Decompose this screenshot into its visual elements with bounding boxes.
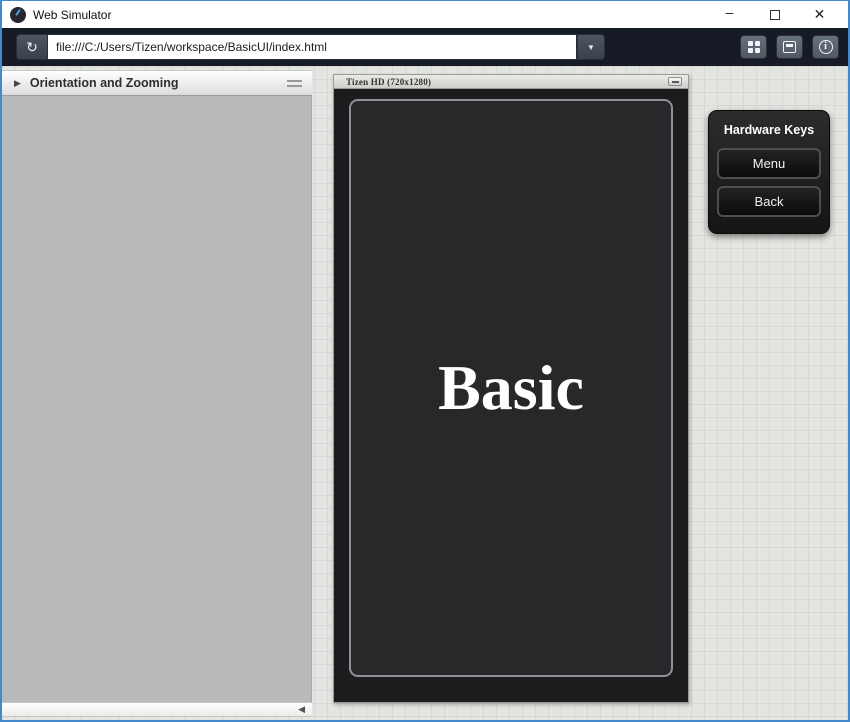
expand-arrow-icon: ▶	[14, 78, 21, 89]
panels-grid-icon	[748, 41, 760, 53]
layout-icon	[783, 41, 796, 53]
toolbar: ↻ ▼ i	[2, 28, 848, 66]
hardware-keys-title: Hardware Keys	[724, 123, 814, 137]
hardware-keys-panel: Hardware Keys Menu Back	[708, 110, 830, 234]
titlebar: Web Simulator – ✕	[2, 1, 848, 28]
close-button[interactable]: ✕	[797, 1, 842, 28]
device-title: Tizen HD (720x1280)	[346, 77, 668, 87]
panel-title: Orientation and Zooming	[30, 76, 287, 90]
menu-key-button[interactable]: Menu	[717, 148, 821, 179]
dash-icon	[672, 81, 679, 83]
refresh-button[interactable]: ↻	[16, 34, 47, 60]
collapse-left-icon: ◀	[298, 705, 305, 714]
panel-body	[2, 96, 312, 702]
app-icon	[10, 7, 26, 23]
device-titlebar[interactable]: Tizen HD (720x1280)	[334, 75, 688, 89]
web-simulator-window: Web Simulator – ✕ ↻ ▼ i	[0, 0, 850, 722]
minimize-button[interactable]: –	[707, 1, 752, 28]
maximize-button[interactable]	[752, 1, 797, 28]
layout-button[interactable]	[776, 35, 803, 59]
panel-header-orientation-and-zooming[interactable]: ▶ Orientation and Zooming	[2, 70, 312, 96]
window-controls: – ✕	[707, 1, 842, 28]
app-content-text: Basic	[438, 356, 584, 420]
url-bar: ↻ ▼	[16, 34, 605, 60]
back-key-button[interactable]: Back	[717, 186, 821, 217]
drag-handle-icon[interactable]	[287, 80, 302, 87]
left-panel: ▶ Orientation and Zooming ◀	[2, 70, 312, 717]
window-title: Web Simulator	[33, 8, 707, 22]
chevron-down-icon: ▼	[587, 43, 595, 52]
device-collapse-button[interactable]	[668, 77, 682, 86]
url-history-dropdown[interactable]: ▼	[577, 34, 605, 60]
device-window: Tizen HD (720x1280) Basic	[333, 74, 689, 703]
panel-collapse-strip[interactable]: ◀	[2, 702, 312, 717]
simulator-canvas: ▶ Orientation and Zooming ◀ Tizen HD (72…	[2, 66, 848, 720]
panels-button[interactable]	[740, 35, 767, 59]
device-bezel: Basic	[334, 89, 688, 702]
info-button[interactable]: i	[812, 35, 839, 59]
url-input[interactable]	[47, 34, 577, 60]
refresh-icon: ↻	[26, 40, 38, 54]
device-screen[interactable]: Basic	[349, 99, 673, 677]
info-icon: i	[819, 40, 833, 54]
maximize-icon	[770, 10, 780, 20]
